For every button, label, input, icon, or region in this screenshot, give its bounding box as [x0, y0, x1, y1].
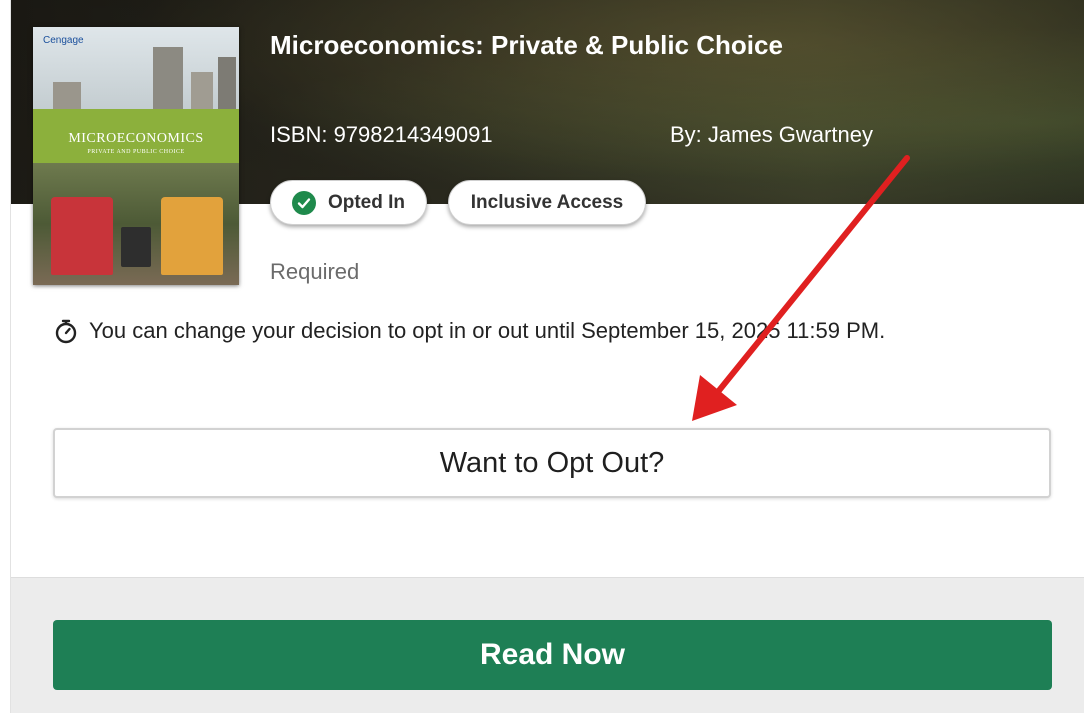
cover-publisher-logo: Cengage — [43, 35, 84, 46]
read-now-button[interactable]: Read Now — [53, 620, 1052, 690]
inclusive-access-label: Inclusive Access — [470, 191, 624, 213]
cover-table — [121, 227, 151, 267]
requirement-status: Required — [270, 259, 360, 284]
opted-in-label: Opted In — [327, 191, 406, 213]
course-material-card: Cengage MICROECONOMICS PRIVATE AND PUBLI… — [10, 0, 1084, 713]
cover-title: MICROECONOMICS — [68, 131, 204, 146]
book-author: By: James Gwartney — [670, 122, 873, 147]
book-cover-image: Cengage MICROECONOMICS PRIVATE AND PUBLI… — [33, 27, 239, 285]
book-isbn: ISBN: 9798214349091 — [270, 122, 493, 147]
cover-red-chair — [51, 197, 113, 275]
stopwatch-icon — [53, 318, 79, 344]
opt-out-button[interactable]: Want to Opt Out? — [53, 428, 1051, 498]
page-margin — [0, 0, 10, 713]
check-circle-icon — [291, 190, 316, 215]
cover-yellow-chair — [161, 197, 223, 275]
deadline-notice: You can change your decision to opt in o… — [53, 318, 885, 344]
inclusive-access-badge: Inclusive Access — [448, 180, 646, 225]
cover-subtitle: PRIVATE AND PUBLIC CHOICE — [87, 149, 185, 155]
deadline-notice-text: You can change your decision to opt in o… — [89, 318, 886, 343]
opted-in-badge: Opted In — [270, 180, 427, 225]
book-title: Microeconomics: Private & Public Choice — [270, 30, 783, 60]
